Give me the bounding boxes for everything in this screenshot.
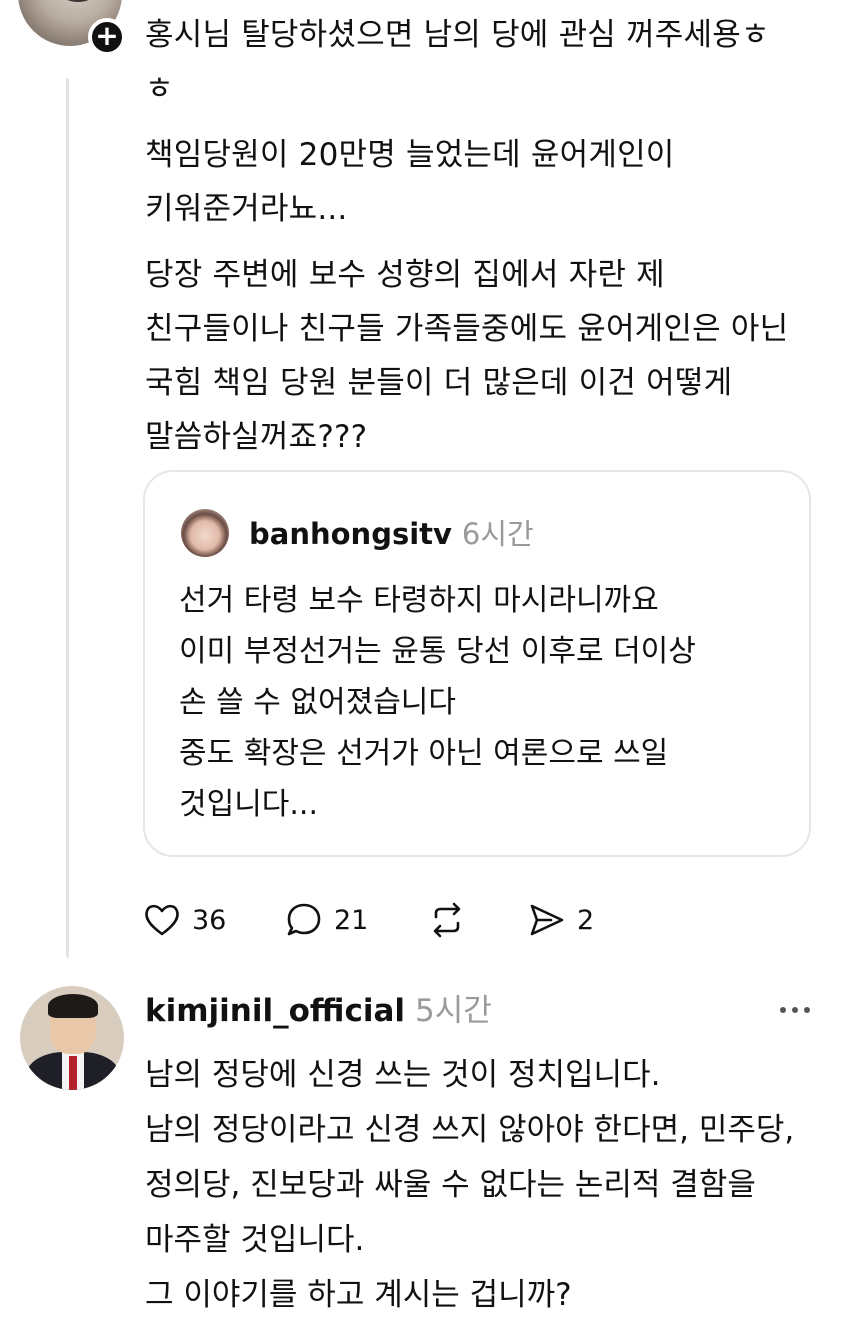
post-line: 키워준거라뇨... [145, 191, 348, 227]
thread-line [66, 78, 69, 958]
quoted-line: 중도 확장은 선거가 아닌 여론으로 쓰일 [179, 736, 669, 771]
post-line: 당장 주변에 보수 성향의 집에서 자란 제 [145, 257, 665, 293]
post-line: 홍시님 탈당하셨으면 남의 당에 관심 꺼주세용ㅎ [145, 17, 770, 53]
reply-username[interactable]: kimjinil_official [145, 993, 405, 1029]
quoted-line: 이미 부정선거는 윤통 당선 이후로 더이상 [179, 634, 696, 669]
quoted-post-body: 선거 타령 보수 타령하지 마시라니까요 이미 부정선거는 윤통 당선 이후로 … [179, 575, 779, 830]
reply-count: 21 [334, 904, 369, 936]
reply-body: 남의 정당에 신경 쓰는 것이 정치입니다. 남의 정당이라고 신경 쓰지 않아… [145, 1048, 835, 1323]
post-line: ㅎ [145, 71, 174, 107]
post-line: 말씀하실꺼죠??? [145, 419, 368, 455]
reply-line: 남의 정당에 신경 쓰는 것이 정치입니다. [145, 1057, 661, 1093]
like-button[interactable]: 36 [142, 895, 226, 945]
send-icon [530, 904, 564, 936]
quoted-line: 손 쓸 수 없어졌습니다 [179, 685, 457, 720]
quoted-line: 것입니다... [179, 787, 319, 822]
follow-button[interactable]: + [88, 18, 126, 56]
speech-bubble-icon [287, 903, 321, 936]
reply-button[interactable]: 21 [284, 895, 368, 945]
reply-line: 그 이야기를 하고 계시는 겁니까? [145, 1277, 572, 1313]
quoted-line: 선거 타령 보수 타령하지 마시라니까요 [179, 583, 659, 618]
post-line: 책임당원이 20만명 늘었는데 윤어게인이 [145, 137, 675, 173]
reply-header: kimjinil_official 5시간 [145, 988, 492, 1034]
reply-line: 마주할 것입니다. [145, 1222, 365, 1258]
quoted-post-card[interactable]: banhongsitv 6시간 선거 타령 보수 타령하지 마시라니까요 이미 부… [143, 470, 811, 857]
reply-line: 남의 정당이라고 신경 쓰지 않아야 한다면, 민주당, [145, 1112, 795, 1148]
quoted-author-avatar[interactable] [181, 509, 229, 557]
repost-button[interactable] [427, 895, 467, 945]
repost-arrows-icon [433, 902, 461, 938]
post-line: 국힘 책임 당원 분들이 더 많은데 이건 어떻게 [145, 365, 733, 401]
reply-author-avatar[interactable] [20, 986, 124, 1090]
share-button[interactable]: 2 [527, 895, 594, 945]
reply-line: 정의당, 진보당과 싸울 수 없다는 논리적 결함을 [145, 1167, 756, 1203]
reply-timestamp: 5시간 [415, 993, 492, 1029]
quoted-timestamp: 6시간 [461, 517, 534, 551]
like-count: 36 [192, 904, 227, 936]
more-dots-icon[interactable] [775, 1000, 815, 1020]
post-line: 친구들이나 친구들 가족들중에도 윤어게인은 아닌 [145, 311, 789, 347]
post-paragraph-1: 홍시님 탈당하셨으면 남의 당에 관심 꺼주세용ㅎ ㅎ [145, 8, 815, 116]
quoted-username[interactable]: banhongsitv [249, 517, 452, 551]
share-count: 2 [577, 904, 595, 936]
quoted-post-header: banhongsitv 6시간 [249, 514, 534, 554]
post-paragraph-3: 당장 주변에 보수 성향의 집에서 자란 제 친구들이나 친구들 가족들중에도 … [145, 248, 815, 464]
post-paragraph-2: 책임당원이 20만명 늘었는데 윤어게인이 키워준거라뇨... [145, 128, 815, 236]
heart-icon [145, 904, 179, 936]
